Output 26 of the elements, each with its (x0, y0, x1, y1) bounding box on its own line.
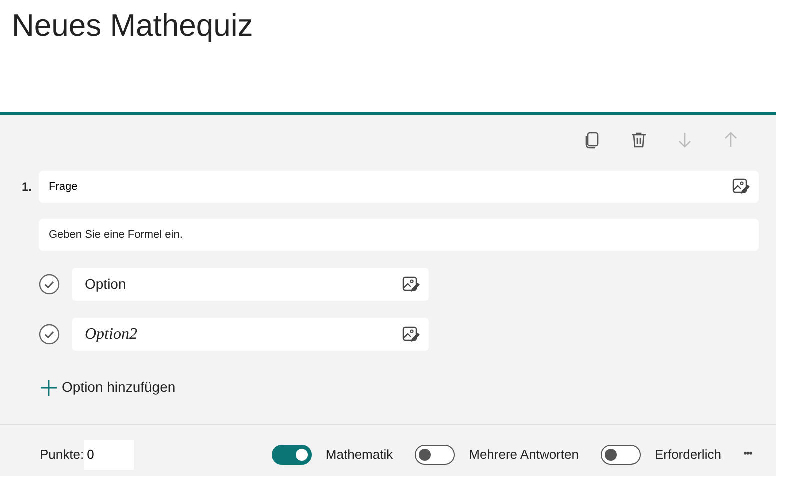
question-field[interactable]: Frage (39, 171, 759, 203)
points-label: Punkte: (40, 446, 84, 464)
option-field[interactable]: Option2 (72, 318, 429, 351)
plus-icon (40, 378, 58, 396)
toggle-label: Erforderlich (654, 446, 722, 464)
option-text: Option (85, 275, 126, 294)
add-option-button[interactable]: Option hinzufügen (40, 377, 176, 398)
toggle-switch[interactable] (415, 444, 456, 464)
question-number: 1. (22, 179, 34, 196)
points-field[interactable]: 0 (84, 440, 134, 470)
check-circle-icon (39, 324, 60, 345)
image-edit-icon (402, 276, 421, 294)
more-button[interactable]: ••• (743, 446, 752, 463)
image-edit-icon (732, 178, 751, 196)
formula-field[interactable]: Geben Sie eine Formel ein. (39, 219, 759, 251)
trash-icon (630, 131, 648, 149)
toggle-label: Mehrere Antworten (469, 446, 579, 464)
toggle-switch[interactable] (272, 444, 312, 464)
toggle-switch[interactable] (600, 444, 641, 464)
option-field[interactable]: Option (72, 268, 429, 301)
check-circle-icon (39, 274, 60, 295)
toggle-label: Mathematik (326, 446, 394, 464)
option-text: Option2 (85, 324, 138, 344)
arrow-down-icon (676, 131, 694, 149)
image-edit-icon (402, 326, 421, 344)
page-title: Neues Mathequiz (12, 7, 254, 45)
